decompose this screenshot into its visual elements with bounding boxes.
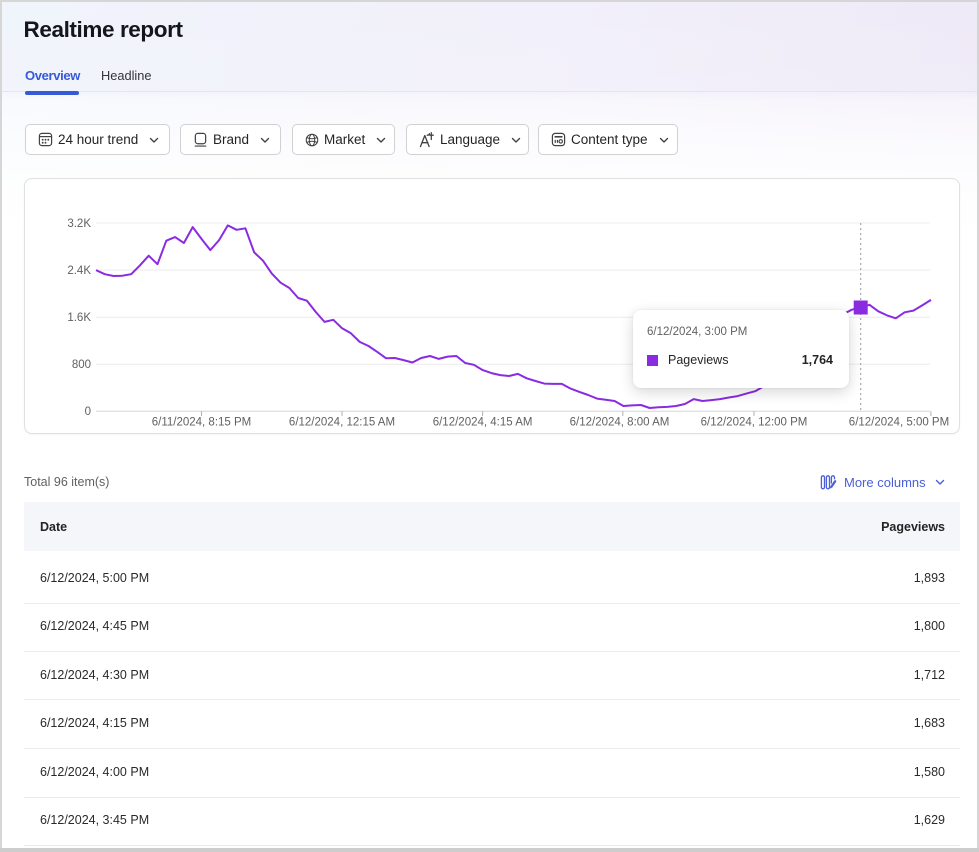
svg-text:6/12/2024, 5:00 PM: 6/12/2024, 5:00 PM [849, 417, 949, 429]
svg-text:6/12/2024, 4:15 AM: 6/12/2024, 4:15 AM [433, 417, 533, 429]
svg-text:3.2K: 3.2K [67, 218, 91, 230]
svg-text:1.6K: 1.6K [67, 312, 91, 324]
svg-text:800: 800 [72, 359, 91, 371]
svg-text:6/12/2024, 8:00 AM: 6/12/2024, 8:00 AM [570, 417, 670, 429]
svg-text:2.4K: 2.4K [67, 265, 91, 277]
svg-text:0: 0 [85, 406, 91, 418]
svg-text:6/12/2024, 12:00 PM: 6/12/2024, 12:00 PM [701, 417, 808, 429]
svg-text:6/11/2024, 8:15 PM: 6/11/2024, 8:15 PM [152, 417, 252, 429]
svg-text:6/12/2024, 12:15 AM: 6/12/2024, 12:15 AM [289, 417, 395, 429]
